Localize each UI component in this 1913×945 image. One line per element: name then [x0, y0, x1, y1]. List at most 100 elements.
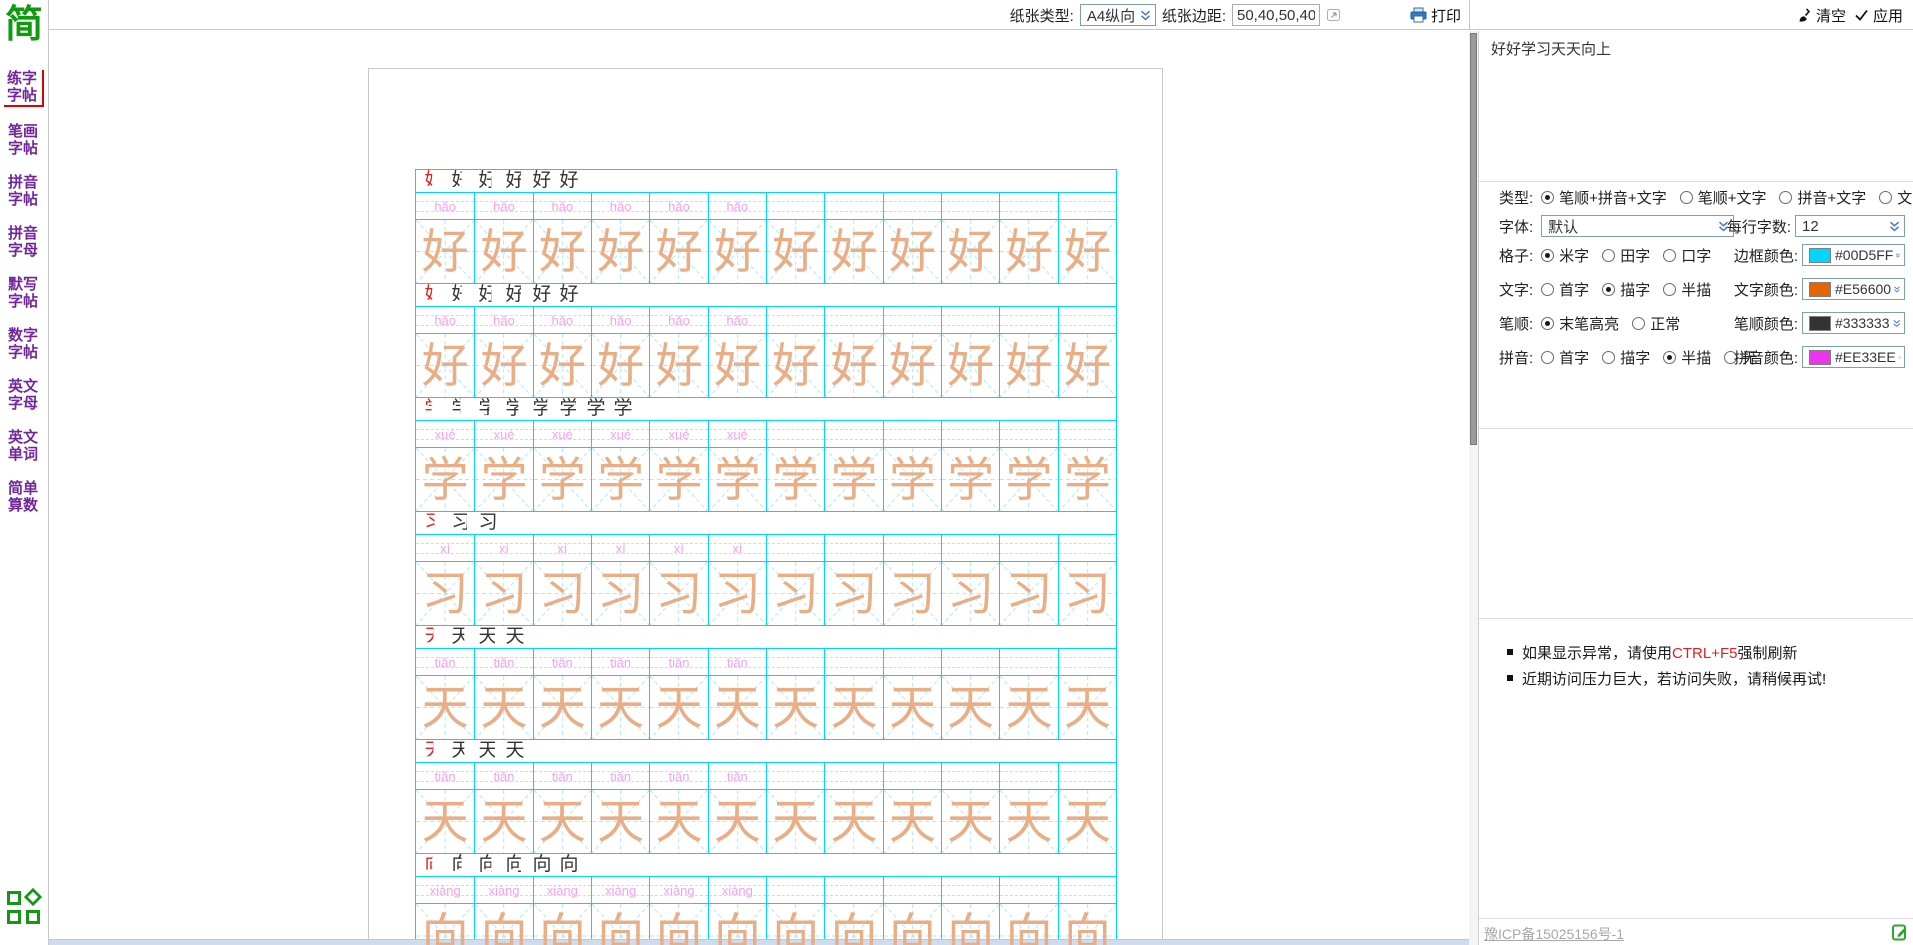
pinyin-guide-line	[884, 895, 941, 896]
pinyin-cell: hǎo	[649, 307, 707, 333]
pinyin-guide-line	[767, 895, 824, 896]
stroke-step: 好	[450, 284, 472, 306]
radio-label: 描字	[1620, 347, 1650, 368]
icp-link[interactable]: 豫ICP备15025156号-1	[1484, 924, 1624, 944]
pinyin-guide-line	[1059, 657, 1116, 658]
pinyin-cell: xí	[533, 535, 591, 561]
character-cell: 习	[766, 562, 824, 625]
pinyin-trace-text: xiàng	[430, 883, 461, 898]
radio-stroke-1[interactable]: 正常	[1632, 313, 1680, 334]
trace-character: 天	[1000, 790, 1057, 853]
radio-text-2[interactable]: 半描	[1663, 279, 1711, 300]
apply-button[interactable]: 应用	[1854, 5, 1903, 26]
radio-pinyin-1[interactable]: 描字	[1602, 347, 1650, 368]
character-cell: 向	[999, 904, 1057, 945]
sidebar-item-英文单词[interactable]: 英文单词	[4, 429, 44, 464]
doc-edit-icon[interactable]	[1891, 923, 1909, 942]
trace-character: 好	[884, 220, 941, 283]
radio-type-0[interactable]: 笔顺+拼音+文字	[1541, 187, 1667, 208]
character-cell: 习	[999, 562, 1057, 625]
character-cell: 天	[999, 790, 1057, 853]
pinyin-guide-line	[942, 885, 999, 886]
clear-button[interactable]: 清空	[1797, 5, 1846, 26]
pinyin-guide-line	[942, 315, 999, 316]
paper-type-select[interactable]: A4纵向	[1080, 4, 1156, 26]
option-row-right: 边框颜色:#00D5FF	[1734, 244, 1905, 266]
apps-logo-icon[interactable]	[7, 891, 45, 929]
stroke-step: 向	[504, 854, 526, 876]
radio-type-3[interactable]: 文字	[1879, 187, 1913, 208]
radio-pinyin-2[interactable]: 半描	[1663, 347, 1711, 368]
radio-text-0[interactable]: 首字	[1541, 279, 1589, 300]
characters-text-input[interactable]: 好好学习天天向上	[1479, 31, 1913, 181]
stroke-step: 向	[531, 854, 553, 876]
radio-type-1[interactable]: 笔顺+文字	[1680, 187, 1767, 208]
pinyin-guide-line	[825, 553, 882, 554]
sidebar-item-默写字帖[interactable]: 默写字帖	[4, 276, 44, 311]
radio-pinyin-0[interactable]: 首字	[1541, 347, 1589, 368]
character-cell: 学	[999, 448, 1057, 511]
radio-text-1[interactable]: 描字	[1602, 279, 1650, 300]
character-cell: 学	[1058, 448, 1116, 511]
site-logo[interactable]: 简	[0, 2, 48, 48]
pinyin-trace-text: xué	[727, 427, 748, 442]
radio-icon	[1541, 351, 1554, 364]
radio-label: 文字	[1897, 187, 1913, 208]
stroke-step: 好	[531, 170, 553, 192]
print-button[interactable]: 打印	[1410, 5, 1461, 26]
sidebar-item-拼音字帖[interactable]: 拼音字帖	[4, 174, 44, 209]
character-cell: 好	[999, 334, 1057, 397]
select-font[interactable]: 默认	[1541, 215, 1734, 237]
character-cell: 向	[766, 904, 824, 945]
sidebar-item-拼音字母[interactable]: 拼音字母	[4, 225, 44, 260]
option-row-label: 文字:	[1499, 279, 1533, 300]
radio-grid-0[interactable]: 米字	[1541, 245, 1589, 266]
color-select-pinyin[interactable]: #EE33EE	[1802, 346, 1905, 368]
chevron-double-down-icon	[1893, 283, 1901, 296]
scrollbar-thumb[interactable]	[1470, 33, 1477, 445]
radio-grid-1[interactable]: 田字	[1602, 245, 1650, 266]
sidebar-item-笔画字帖[interactable]: 笔画字帖	[4, 123, 44, 158]
sidebar-item-简单算数[interactable]: 简单算数	[4, 480, 44, 515]
pinyin-trace-text: hǎo	[726, 199, 748, 214]
character-cell: 天	[824, 790, 882, 853]
radio-type-2[interactable]: 拼音+文字	[1779, 187, 1866, 208]
sidebar-item-英文字母[interactable]: 英文字母	[4, 378, 44, 413]
trace-character: 好	[709, 220, 766, 283]
pinyin-guide-line	[767, 553, 824, 554]
pinyin-trace-text: tiān	[552, 769, 573, 784]
color-select-stroke[interactable]: #333333	[1802, 312, 1905, 334]
color-select-grid[interactable]: #00D5FF	[1802, 244, 1905, 266]
option-row-right: 每行字数:12	[1727, 215, 1905, 237]
option-row-label: 格子:	[1499, 245, 1533, 266]
pinyin-trace-text: tiān	[552, 655, 573, 670]
pinyin-cell	[1058, 763, 1116, 789]
pinyin-guide-line	[1059, 895, 1116, 896]
select-per-line-count[interactable]: 12	[1795, 215, 1905, 237]
pinyin-trace-text: xí	[499, 541, 509, 556]
trace-character: 学	[942, 448, 999, 511]
trace-character: 学	[592, 448, 649, 511]
radio-stroke-0[interactable]: 末笔高亮	[1541, 313, 1619, 334]
pinyin-cell	[883, 877, 941, 903]
radio-grid-2[interactable]: 口字	[1663, 245, 1711, 266]
radio-label: 拼音+文字	[1797, 187, 1866, 208]
color-select-text[interactable]: #E56600	[1802, 278, 1905, 300]
pinyin-guide-line	[884, 543, 941, 544]
sidebar-item-练字字帖[interactable]: 练字字帖	[4, 70, 44, 107]
character-cell: 向	[824, 904, 882, 945]
character-cell: 习	[533, 562, 591, 625]
panel-divider	[1479, 428, 1913, 429]
character-cell: 学	[474, 448, 532, 511]
sidebar-item-数字字帖[interactable]: 数字字帖	[4, 327, 44, 362]
pinyin-cell	[824, 877, 882, 903]
margin-input[interactable]	[1232, 4, 1320, 26]
character-cell: 好	[1058, 334, 1116, 397]
vertical-scrollbar[interactable]	[1469, 31, 1478, 945]
preview-expand-icon[interactable]	[1326, 7, 1342, 23]
pinyin-guide-line	[767, 667, 824, 668]
pinyin-guide-line	[942, 771, 999, 772]
stroke-order-row: 向向向向向向	[416, 854, 1116, 877]
topbar-divider	[1469, 0, 1470, 30]
pinyin-guide-line	[1059, 553, 1116, 554]
